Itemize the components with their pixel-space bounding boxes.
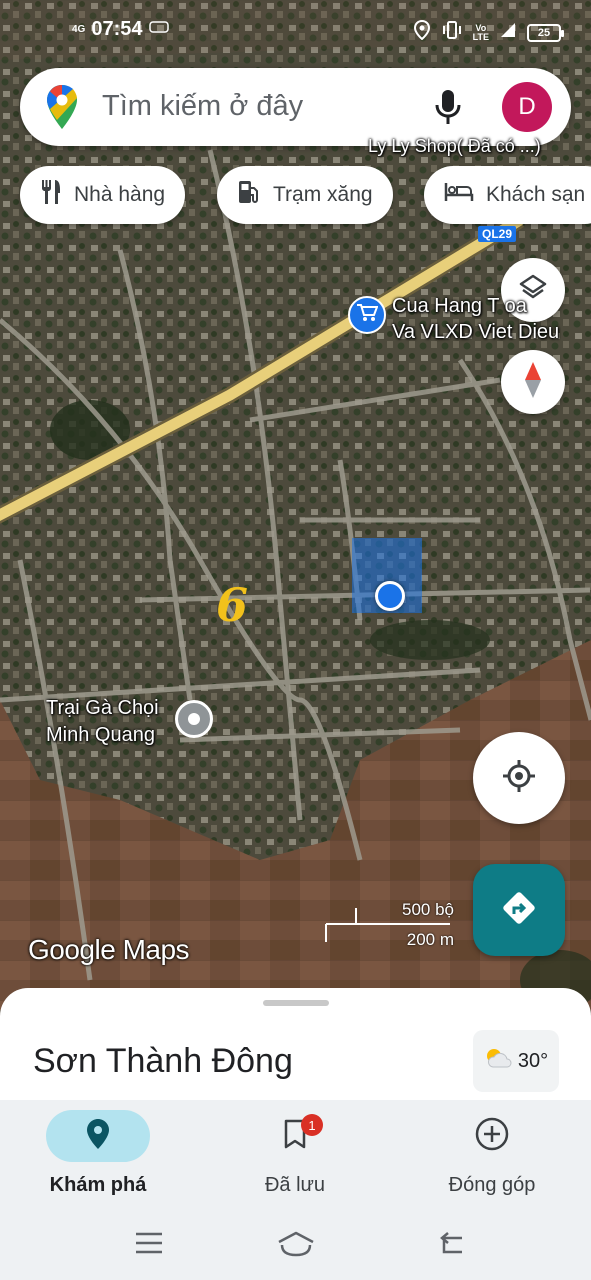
sheet-drag-handle[interactable] (263, 1000, 329, 1006)
explore-pin-icon (86, 1118, 110, 1155)
microphone-icon[interactable] (434, 88, 462, 131)
shop-marker[interactable] (348, 296, 386, 334)
status-bar: 4G 07:54 Vo LTE 25 (0, 0, 591, 64)
search-input[interactable]: Tìm kiếm ở đây (102, 90, 303, 123)
clock: 07:54 (91, 18, 143, 40)
nav-label-explore: Khám phá (49, 1174, 147, 1196)
chip-label: Trạm xăng (273, 183, 373, 206)
saved-badge: 1 (301, 1114, 323, 1136)
restaurant-icon (40, 179, 62, 211)
weather-temp: 30° (517, 1049, 549, 1072)
map-scale: 500 bộ 200 m (322, 898, 454, 950)
nav-saved[interactable]: 1 Đã lưu (215, 1110, 375, 1197)
shopping-cart-icon (356, 303, 379, 328)
nav-contribute[interactable]: Đóng góp (412, 1110, 572, 1197)
network-type: 4G (72, 23, 86, 35)
status-right: Vo LTE 25 (413, 19, 564, 45)
google-maps-logo: Google Maps (28, 934, 190, 965)
poi-marker[interactable] (175, 700, 213, 738)
weather-chip[interactable]: 30° (473, 1030, 559, 1092)
gas-station-icon (237, 179, 261, 211)
nav-label-saved: Đã lưu (264, 1174, 326, 1196)
profile-avatar[interactable]: D (502, 82, 552, 132)
partly-cloudy-icon (484, 1047, 514, 1075)
chip-hotels[interactable]: Khách sạn (424, 166, 591, 224)
road-shield: QL29 (478, 226, 517, 242)
shop-label-line2[interactable]: Va VLXD Viet Dieu (392, 320, 559, 344)
crosshair-icon (501, 758, 537, 799)
recent-apps-icon[interactable] (134, 1230, 164, 1261)
status-left: 4G 07:54 (72, 18, 169, 41)
poi-dot-icon (188, 713, 200, 725)
cloud-icon (148, 20, 169, 39)
compass-icon (521, 360, 545, 405)
chip-restaurants[interactable]: Nhà hàng (20, 166, 186, 224)
poi-label-line2[interactable]: Minh Quang (46, 723, 155, 747)
scale-imperial: 500 bộ (402, 900, 454, 919)
chip-label: Khách sạn (486, 183, 586, 206)
shop-label-line1[interactable]: Cua Hang T oa (392, 294, 527, 318)
compass-button[interactable] (501, 350, 565, 414)
hotel-icon (444, 181, 474, 209)
signal-icon (499, 21, 517, 44)
system-navigation-bar (0, 1218, 591, 1280)
back-icon[interactable] (436, 1230, 466, 1261)
bookmark-icon-wrap: 1 (243, 1110, 347, 1162)
place-title: Sơn Thành Đông (33, 1042, 293, 1080)
chip-label: Nhà hàng (74, 183, 166, 206)
bottom-sheet[interactable]: Sơn Thành Đông 30° (0, 988, 591, 1108)
battery-indicator: 25 (527, 23, 564, 42)
add-circle-icon (475, 1117, 509, 1156)
scale-metric: 200 m (406, 930, 454, 949)
google-maps-pin-icon (46, 84, 78, 135)
nav-explore[interactable]: Khám phá (18, 1110, 178, 1197)
home-icon[interactable] (276, 1230, 316, 1263)
directions-icon (499, 888, 539, 933)
explore-pin-icon-wrap (46, 1110, 150, 1162)
nav-label-contribute: Đóng góp (448, 1174, 536, 1196)
poi-label-line1[interactable]: Trại Gà Chọi (46, 696, 159, 720)
handwritten-mark: 6 (216, 578, 249, 632)
vibrate-icon (441, 20, 463, 45)
add-circle-icon-wrap (440, 1110, 544, 1162)
bottom-navigation: Khám phá 1 Đã lưu Đóng góp (0, 1100, 591, 1218)
location-status-icon (413, 19, 431, 45)
my-location-button[interactable] (473, 732, 565, 824)
chip-gas-stations[interactable]: Trạm xăng (217, 166, 393, 224)
volte-indicator: Vo LTE (472, 22, 489, 42)
place-label-partial[interactable]: Ly Ly Shop( Đã có ...) (368, 134, 541, 158)
directions-button[interactable] (473, 864, 565, 956)
my-location-dot[interactable] (375, 581, 405, 611)
